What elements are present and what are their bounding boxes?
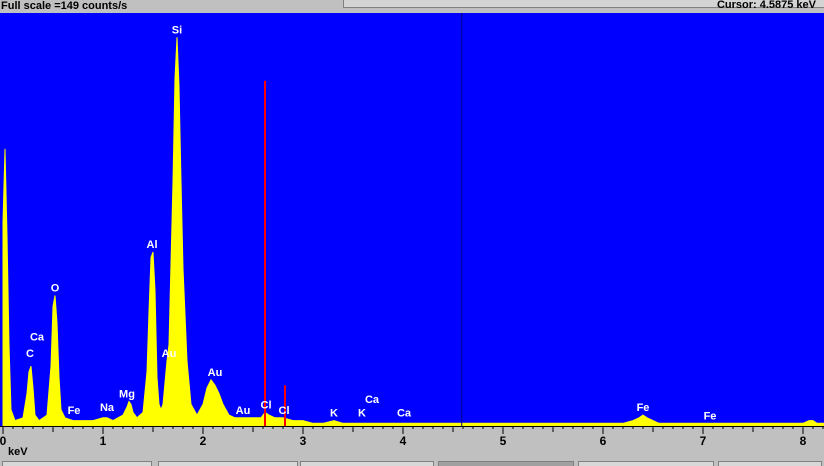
peak-label-fe-18: Fe [637, 402, 650, 414]
peak-label-k-15: K [358, 408, 366, 420]
spectrum-chart[interactable]: Si Al O Ca C Au Au Mg Na Fe Au Cl Cl K K Ca Ca Fe Fe [0, 13, 824, 426]
peak-label-fe-10: Fe [68, 405, 81, 417]
peak-label-au-6: Au [162, 348, 177, 360]
bottom-tab-4[interactable] [438, 461, 574, 466]
peak-label-mg-8: Mg [119, 389, 135, 401]
bottom-tab-1[interactable] [2, 461, 152, 466]
x-axis-label: keV [8, 446, 28, 458]
x-tick-label-6: 6 [600, 434, 607, 448]
bottom-tab-3[interactable] [300, 461, 434, 466]
peak-label-ca-16: Ca [365, 394, 380, 406]
peak-label-na-9: Na [100, 402, 115, 414]
peak-label-si-1: Si [172, 24, 182, 36]
x-tick-label-7: 7 [700, 434, 707, 448]
peak-label-k-14: K [330, 408, 338, 420]
bottom-tab-5[interactable] [578, 461, 714, 466]
peak-label-cl-12: Cl [261, 399, 272, 411]
x-tick-label-1: 1 [100, 434, 107, 448]
cursor-readout: Cursor: 4.5875 keV [716, 0, 816, 11]
x-tick-label-4: 4 [400, 434, 407, 448]
spectrum-plot[interactable]: Si Al O Ca C Au Au Mg Na Fe Au Cl Cl K K Ca Ca Fe Fe [0, 13, 824, 426]
x-axis: 0 1 2 3 4 5 6 7 8 keV [0, 426, 824, 460]
spectrum-series [2, 37, 824, 426]
full-scale-label: Full scale =149 counts/s [1, 0, 128, 12]
peak-label-ca-4: Ca [30, 331, 45, 343]
bottom-tab-6[interactable] [718, 461, 822, 466]
x-tick-label-5: 5 [500, 434, 507, 448]
peak-label-cl-13: Cl [279, 405, 290, 417]
peak-label-ca-17: Ca [397, 408, 412, 420]
bottom-tab-2[interactable] [158, 461, 298, 466]
header-bar: Full scale =149 counts/s Cursor: 4.5875 … [0, 0, 824, 13]
x-axis-ticks: 0 1 2 3 4 5 6 7 8 [0, 426, 824, 448]
x-tick-label-3: 3 [300, 434, 307, 448]
peak-label-o-3: O [51, 283, 60, 295]
peak-label-al-2: Al [147, 239, 158, 251]
x-tick-label-2: 2 [200, 434, 207, 448]
peak-label-fe-19: Fe [704, 410, 717, 422]
x-tick-label-8: 8 [800, 434, 807, 448]
peak-label-au-7: Au [208, 367, 223, 379]
peak-label-au-11: Au [236, 405, 251, 417]
cursor-readout-box: Cursor: 4.5875 keV [343, 0, 824, 11]
x-tick-label-0: 0 [0, 434, 7, 448]
bottom-tab-strip [0, 460, 824, 466]
peak-label-c-5: C [26, 348, 34, 360]
